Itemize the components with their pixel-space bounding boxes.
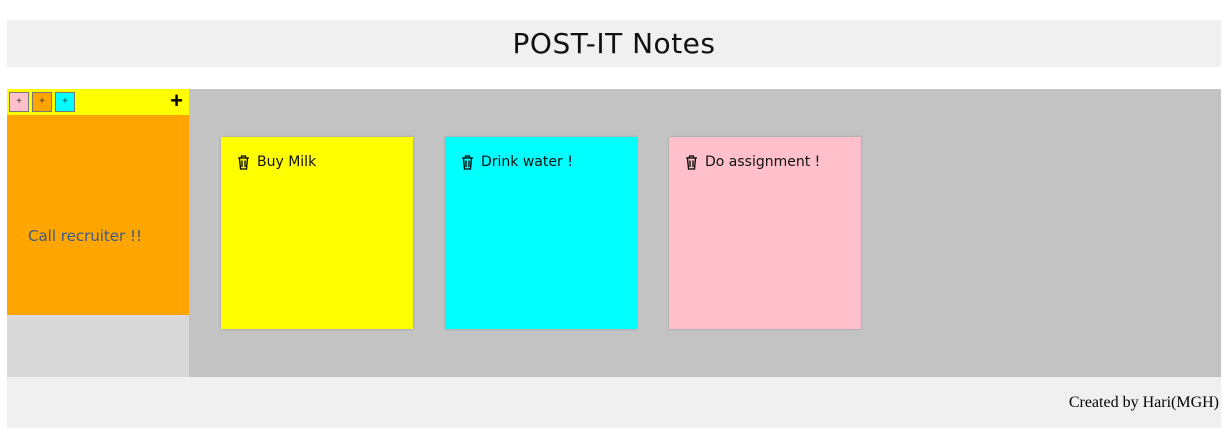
- add-orange-note-button[interactable]: +: [32, 92, 52, 112]
- note-header: Buy Milk: [236, 154, 316, 170]
- page-title: POST-IT Notes: [512, 27, 716, 60]
- draft-note[interactable]: Call recruiter !!: [7, 115, 189, 315]
- footer-credit: Created by Hari(MGH): [1068, 394, 1219, 411]
- note-header: Do assignment !: [684, 154, 820, 170]
- note-text: Buy Milk: [257, 154, 317, 170]
- note-toolbar: + + + +: [7, 89, 189, 115]
- sidebar: + + + + Call recruiter !!: [7, 89, 189, 377]
- note-card[interactable]: Buy Milk: [221, 137, 413, 329]
- add-pink-note-button[interactable]: +: [9, 92, 29, 112]
- note-header: Drink water !: [460, 154, 573, 170]
- add-note-button[interactable]: +: [170, 90, 183, 112]
- app-footer: Created by Hari(MGH): [7, 377, 1221, 428]
- draft-note-text[interactable]: Call recruiter !!: [28, 227, 142, 245]
- trash-icon[interactable]: [236, 154, 251, 170]
- note-text: Do assignment !: [705, 154, 821, 170]
- note-text: Drink water !: [481, 154, 573, 170]
- note-card[interactable]: Drink water !: [445, 137, 637, 329]
- app-header: POST-IT Notes: [7, 20, 1221, 67]
- note-card[interactable]: Do assignment !: [669, 137, 861, 329]
- add-cyan-note-button[interactable]: +: [55, 92, 75, 112]
- trash-icon[interactable]: [684, 154, 699, 170]
- notes-board: Buy Milk Drink water ! Do assignment !: [189, 89, 1221, 377]
- trash-icon[interactable]: [460, 154, 475, 170]
